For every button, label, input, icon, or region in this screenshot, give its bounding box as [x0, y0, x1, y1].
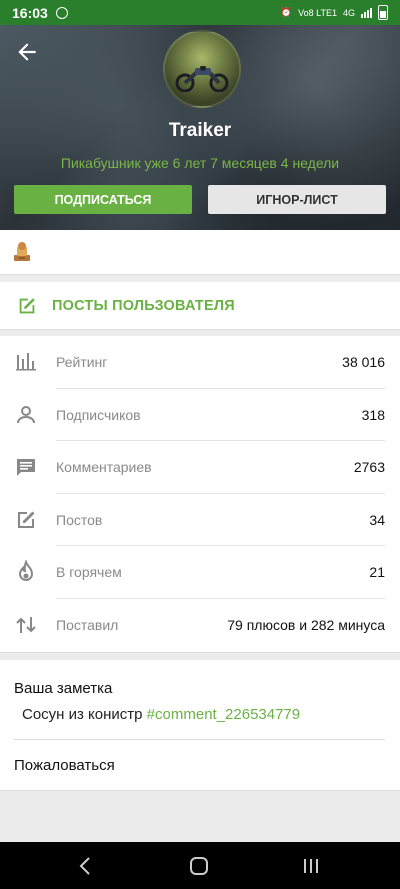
status-bar: 16:03 ⏰ Vo8 LTE1 4G [0, 0, 400, 25]
stat-subscribers: Подписчиков 318 [0, 389, 400, 441]
status-time: 16:03 [12, 4, 48, 21]
stat-label: Подписчиков [56, 406, 141, 423]
awards-row [0, 230, 400, 275]
divider [14, 739, 385, 740]
edit-icon [19, 297, 35, 313]
back-arrow-icon[interactable] [14, 39, 40, 65]
signal-icon [361, 7, 372, 18]
note-body: Сосун из конистр [22, 706, 143, 723]
stat-value: 21 [369, 564, 385, 581]
nav-back-icon[interactable] [74, 854, 98, 878]
network-label: 4G [342, 7, 355, 18]
profile-header: Traiker Пикабушник уже 6 лет 7 месяцев 4… [0, 25, 400, 230]
username: Traiker [168, 120, 232, 141]
note-text[interactable]: Сосун из конистр #comment_226534779 [22, 706, 300, 723]
note-tag-link[interactable]: #comment_226534779 [147, 706, 300, 723]
award-icon[interactable] [12, 241, 32, 263]
edit-icon [18, 511, 35, 528]
stat-label: Рейтинг [56, 354, 108, 371]
stat-label: Поставил [56, 616, 119, 633]
user-posts-link[interactable]: ПОСТЫ ПОЛЬЗОВАТЕЛЯ [0, 282, 400, 330]
report-button[interactable]: Пожаловаться [14, 757, 115, 774]
user-icon [17, 405, 35, 423]
user-posts-label: ПОСТЫ ПОЛЬЗОВАТЕЛЯ [52, 297, 235, 314]
rating-icon [16, 353, 36, 371]
stat-value: 38 016 [342, 354, 385, 371]
status-icons: ⏰ Vo8 LTE1 4G [281, 5, 388, 20]
stat-value: 2763 [353, 459, 385, 476]
notification-icon [55, 6, 68, 19]
alarm-icon: ⏰ [280, 7, 293, 17]
stat-value: 34 [369, 511, 385, 528]
battery-icon [378, 5, 388, 20]
flame-icon [18, 560, 34, 582]
member-since: Пикабушник уже 6 лет 7 месяцев 4 недели [60, 155, 340, 171]
ignore-list-button[interactable]: ИГНОР-ЛИСТ [208, 185, 386, 214]
stat-label: Комментариев [56, 459, 152, 476]
nav-home-icon[interactable] [187, 854, 211, 878]
carrier-label: Vo8 LTE1 [298, 7, 337, 18]
nav-recents-icon[interactable] [299, 854, 323, 878]
motorcycle-icon [175, 66, 229, 92]
note-title: Ваша заметка [14, 680, 113, 697]
avatar[interactable] [163, 30, 241, 108]
stat-label: Постов [56, 511, 103, 528]
system-nav-bar [0, 842, 400, 889]
stat-value: 79 плюсов и 282 минуса [227, 616, 385, 633]
stat-comments: Комментариев 2763 [0, 441, 400, 494]
subscribe-button[interactable]: ПОДПИСАТЬСЯ [14, 185, 192, 214]
comment-icon [17, 459, 35, 477]
updown-icon [16, 616, 36, 633]
stats-list: Рейтинг 38 016 Подписчиков 318 Комментар… [0, 336, 400, 653]
stat-value: 318 [361, 406, 385, 423]
note-section: Ваша заметка Сосун из конистр #comment_2… [0, 660, 400, 791]
stat-posts: Постов 34 [0, 494, 400, 546]
stat-voted: Поставил 79 плюсов и 282 минуса [0, 599, 400, 652]
stat-rating: Рейтинг 38 016 [0, 336, 400, 389]
stat-label: В горячем [56, 564, 122, 581]
stat-hot: В горячем 21 [0, 546, 400, 599]
